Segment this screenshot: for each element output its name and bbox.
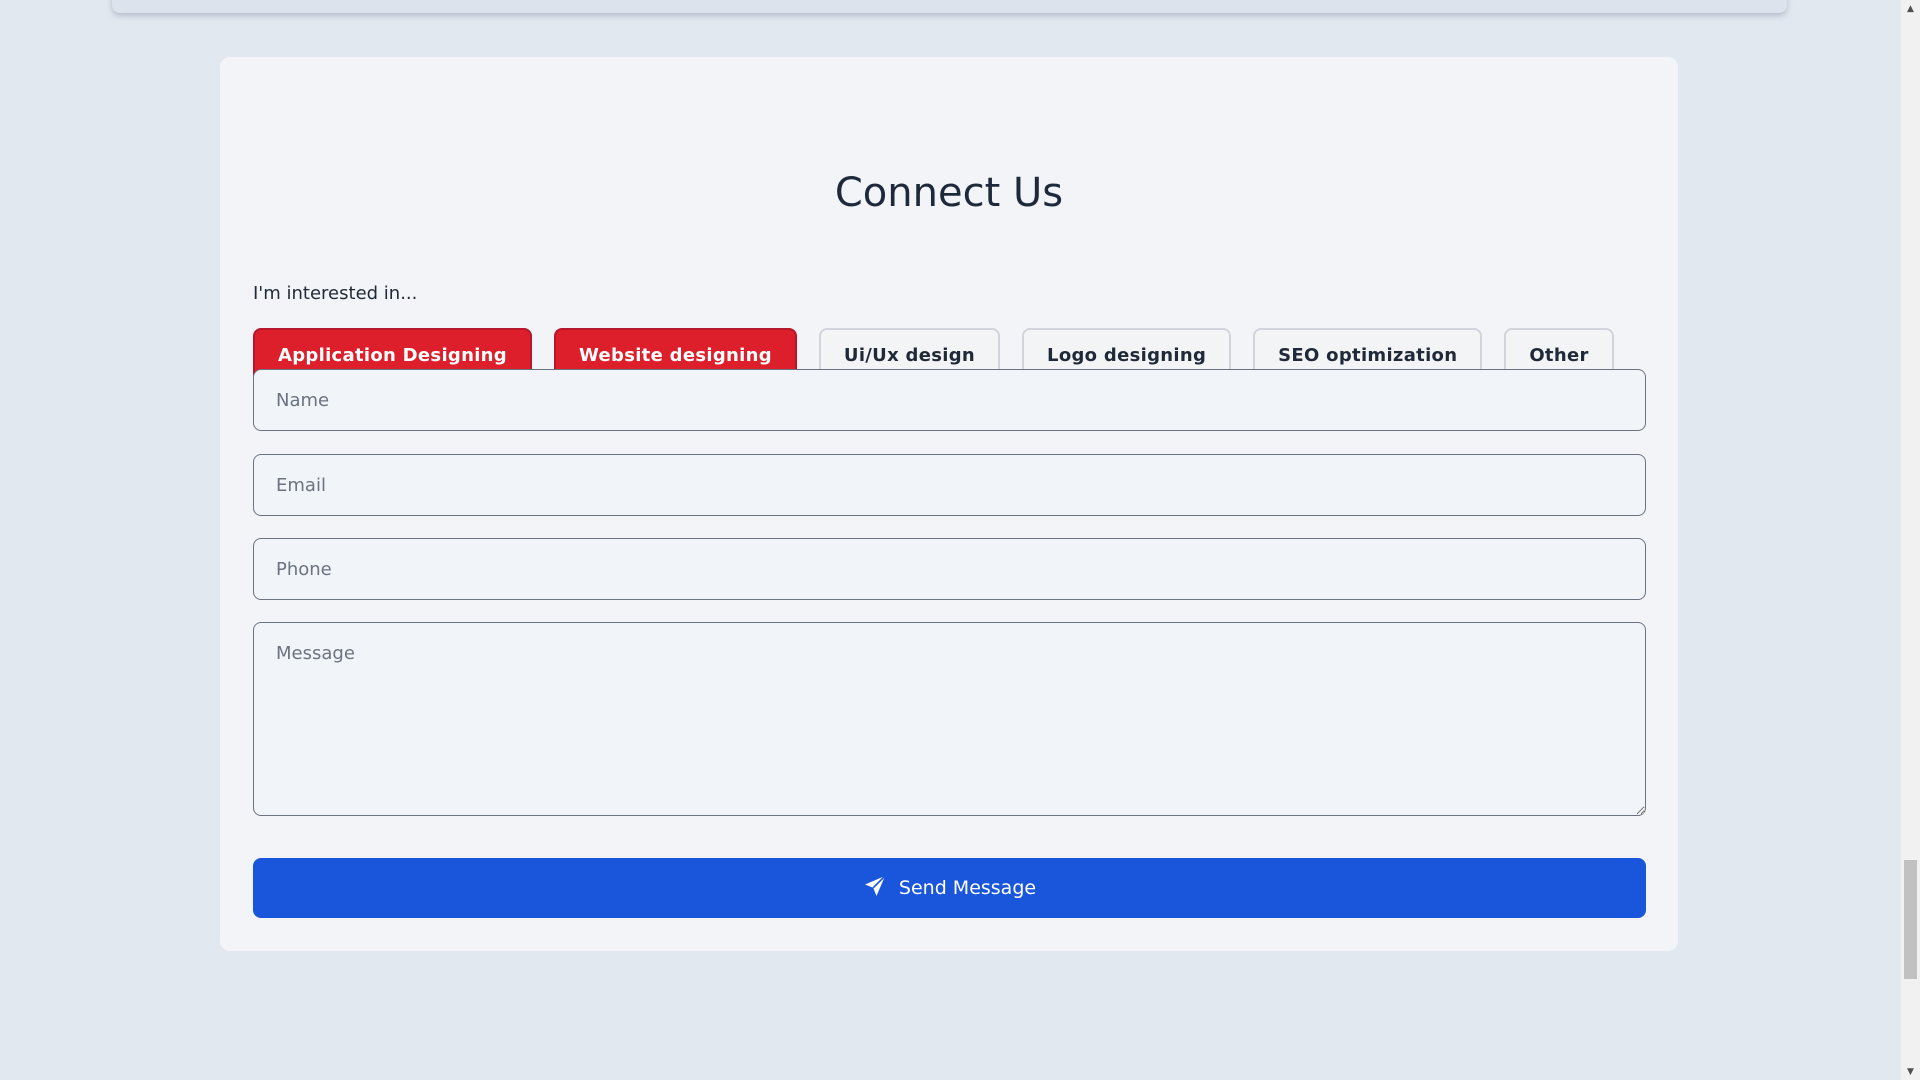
- paper-plane-icon: [863, 874, 887, 903]
- interest-label: I'm interested in...: [253, 283, 418, 304]
- name-input[interactable]: [253, 369, 1646, 431]
- section-title: Connect Us: [834, 170, 1064, 216]
- scroll-down-arrow-icon[interactable]: ▼: [1901, 1063, 1920, 1080]
- scroll-up-arrow-icon[interactable]: ▲: [1901, 0, 1920, 17]
- page: Connect Us I'm interested in... Applicat…: [0, 0, 1920, 1080]
- scrollbar-thumb[interactable]: [1904, 860, 1917, 979]
- email-input[interactable]: [253, 454, 1646, 516]
- contact-form-card: Connect Us I'm interested in... Applicat…: [220, 57, 1678, 951]
- vertical-scrollbar[interactable]: ▲ ▼: [1901, 0, 1920, 1080]
- phone-input[interactable]: [253, 538, 1646, 600]
- message-textarea[interactable]: [253, 622, 1646, 816]
- send-message-label: Send Message: [898, 877, 1037, 899]
- previous-section-bottom-edge: [112, 0, 1787, 13]
- send-message-button[interactable]: Send Message: [253, 858, 1646, 918]
